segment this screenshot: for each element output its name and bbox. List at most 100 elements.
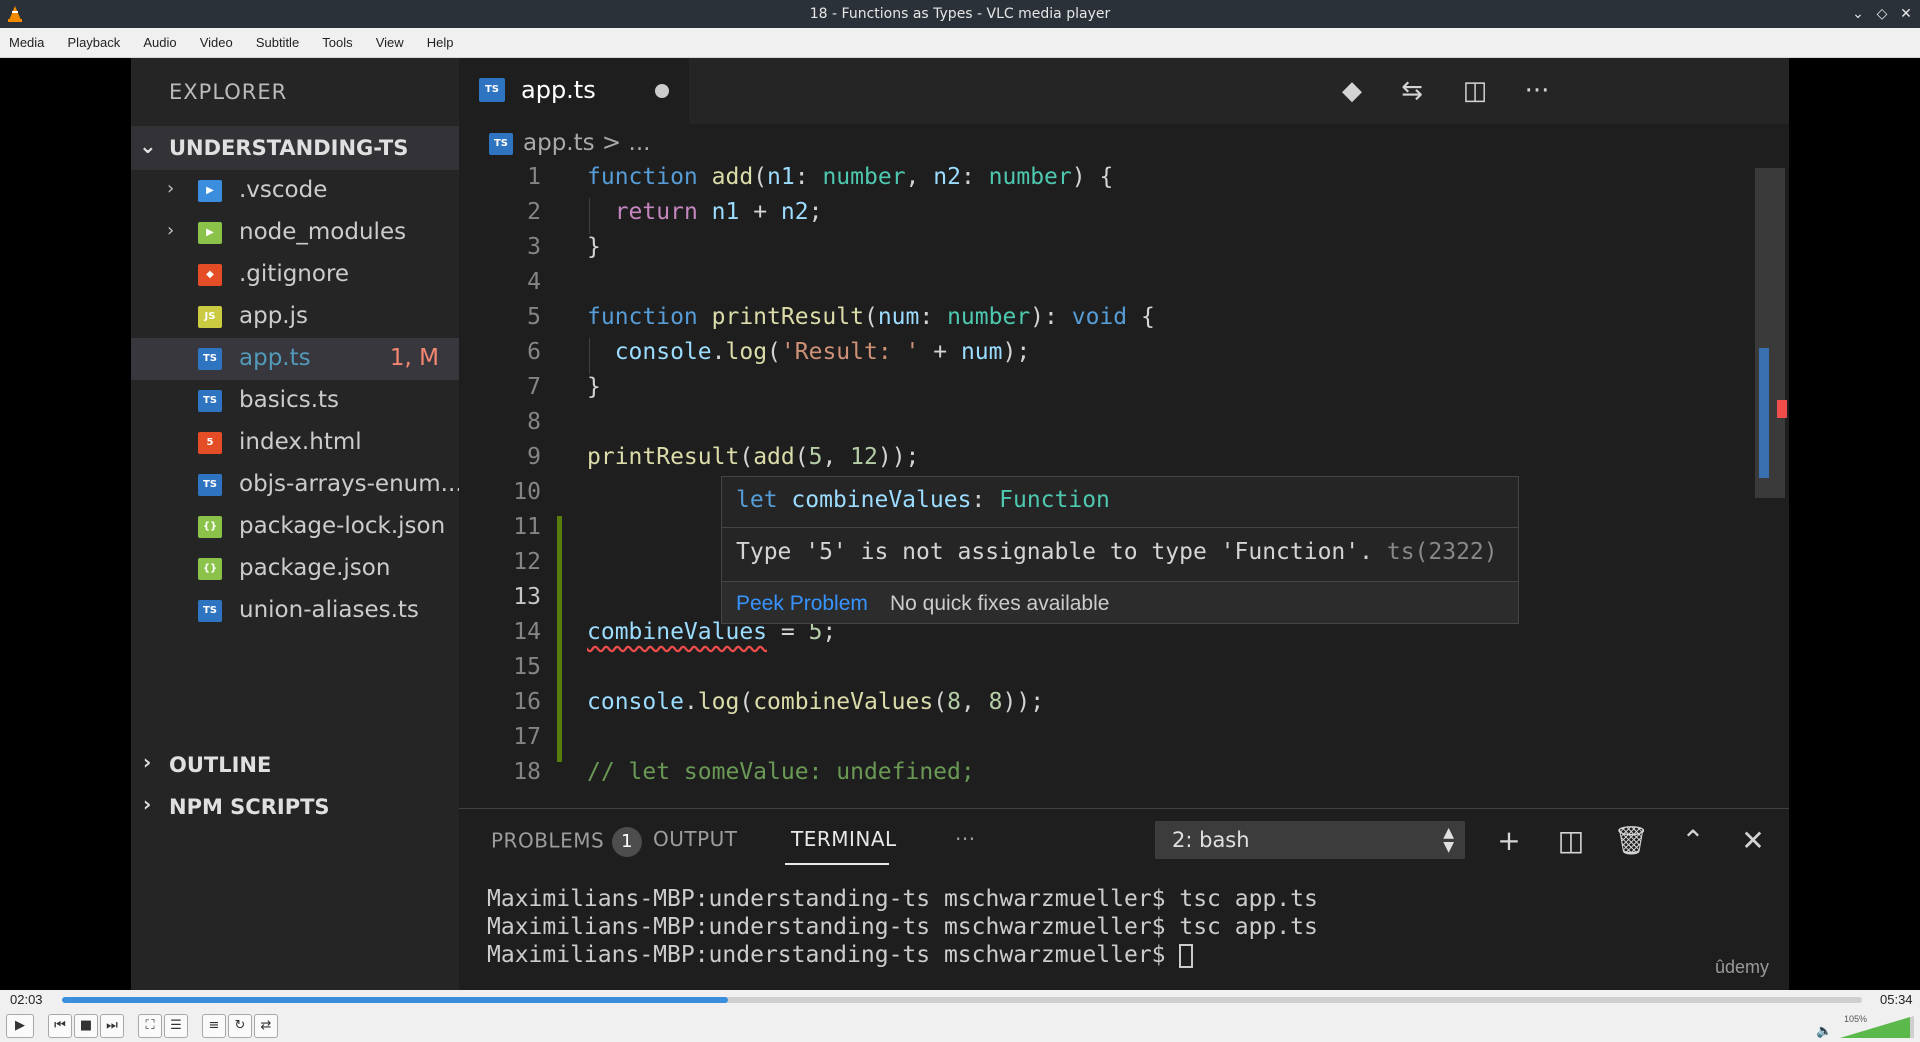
ts-icon: TS: [198, 600, 222, 622]
explorer-file: TS app.ts 1, M: [131, 338, 459, 380]
code-line: 8: [459, 409, 1759, 444]
fullscreen-button[interactable]: ⛶: [138, 1014, 162, 1038]
close-panel-icon: ✕: [1741, 824, 1765, 857]
line-number: 2: [527, 199, 541, 225]
ts-icon: TS: [489, 132, 513, 155]
code-text: function add(n1: number, n2: number) {: [587, 164, 1114, 190]
terminal-line: Maximilians-MBP:understanding-ts mschwar…: [487, 942, 1180, 968]
peek-problem-link[interactable]: Peek Problem: [736, 592, 868, 616]
vlc-title-bar: 18 - Functions as Types - VLC media play…: [0, 0, 1920, 28]
line-number: 18: [513, 759, 541, 785]
menu-video[interactable]: Video: [191, 28, 242, 58]
active-tab-underline: [785, 863, 889, 865]
split-editor-icon: ◫: [1462, 76, 1488, 106]
code-line: 9 printResult(add(5, 12));: [459, 444, 1759, 479]
code-line: 2 return n1 + n2;: [459, 199, 1759, 234]
explorer-file: 5 index.html: [131, 422, 459, 464]
hover-divider: [722, 527, 1518, 528]
explorer-file: {} package-lock.json: [131, 506, 459, 548]
total-time: 05:34: [1880, 992, 1913, 1007]
maximize-icon[interactable]: ◇: [1872, 4, 1892, 24]
speaker-icon: 🔈: [1816, 1024, 1833, 1039]
select-arrows-icon: ▲ ▼: [1443, 825, 1454, 855]
code-line: 5 function printResult(num: number): void…: [459, 304, 1759, 339]
menu-help[interactable]: Help: [418, 28, 463, 58]
scrollbar-thumb[interactable]: [1759, 348, 1769, 478]
seek-slider[interactable]: [62, 997, 1862, 1003]
line-number: 13: [513, 584, 541, 610]
elapsed-time: 02:03: [10, 992, 43, 1007]
explorer-file: JS app.js: [131, 296, 459, 338]
shuffle-button[interactable]: ⇄: [254, 1014, 278, 1038]
tab-terminal: TERMINAL: [791, 827, 897, 851]
new-terminal-icon: +: [1497, 824, 1521, 857]
error-code: ts(2322): [1386, 539, 1498, 565]
breadcrumb: TS app.ts > ...: [489, 130, 650, 164]
chevron-right-icon: ›: [167, 178, 175, 199]
code-text: console.log('Result: ' + num);: [614, 339, 1031, 365]
hover-signature: let combineValues: Function: [736, 487, 1110, 513]
file-name: app.ts: [239, 345, 311, 371]
playlist-button[interactable]: ≡: [202, 1014, 226, 1038]
line-number: 5: [527, 304, 541, 330]
code-line: 4: [459, 269, 1759, 304]
project-folder: ⌄ UNDERSTANDING-TS: [131, 126, 459, 170]
git-icon: ◆: [198, 264, 222, 286]
extended-settings-button[interactable]: ☰: [164, 1014, 188, 1038]
menu-media[interactable]: Media: [0, 28, 53, 58]
panel-more-icon: ···: [955, 827, 976, 851]
trash-icon: 🗑: [1613, 824, 1649, 857]
file-name: node_modules: [239, 219, 407, 245]
npm-scripts-section: › NPM SCRIPTS: [131, 786, 459, 826]
minimize-icon[interactable]: ⌄: [1848, 4, 1868, 24]
vscode-window: EXPLORER ⌄ UNDERSTANDING-TS › ▶ .vscode › ▶ n…: [131, 58, 1789, 990]
sig-type: Function: [999, 487, 1110, 513]
hover-message: Type '5' is not assignable to type 'Func…: [736, 539, 1498, 565]
json-icon: {}: [198, 558, 222, 580]
line-number: 6: [527, 339, 541, 365]
file-name: package-lock.json: [239, 513, 446, 539]
line-number: 11: [513, 514, 541, 540]
stop-button[interactable]: ■: [74, 1014, 98, 1038]
code-line: 16 console.log(combineValues(8, 8));: [459, 689, 1759, 724]
close-icon[interactable]: ✕: [1896, 4, 1916, 24]
breadcrumb-rest: > ...: [601, 130, 651, 156]
line-number: 3: [527, 234, 541, 260]
menu-tools[interactable]: Tools: [313, 28, 361, 58]
terminal-cursor: [1179, 943, 1194, 968]
code-line: 15: [459, 654, 1759, 689]
no-quick-fixes-label: No quick fixes available: [890, 592, 1110, 615]
file-name: objs-arrays-enum...: [239, 471, 463, 497]
menu-bar: Media Playback Audio Video Subtitle Tool…: [0, 28, 1920, 58]
line-number: 7: [527, 374, 541, 400]
next-button[interactable]: ⏭: [100, 1014, 124, 1038]
compare-changes-icon: ⇆: [1401, 76, 1423, 106]
code-text: console.log(combineValues(8, 8));: [587, 689, 1045, 715]
chevron-up-icon: ⌃: [1681, 824, 1705, 857]
node-folder-icon: ▶: [198, 222, 222, 244]
chevron-right-icon: ›: [143, 792, 152, 816]
hover-tooltip: let combineValues: Function Type '5' is …: [721, 476, 1519, 624]
code-line: 18 // let someValue: undefined;: [459, 759, 1759, 794]
ts-icon: TS: [198, 474, 222, 496]
menu-view[interactable]: View: [367, 28, 413, 58]
line-number: 12: [513, 549, 541, 575]
play-button[interactable]: ▶: [6, 1014, 34, 1038]
file-name: .vscode: [239, 177, 328, 203]
menu-playback[interactable]: Playback: [59, 28, 130, 58]
file-name: union-aliases.ts: [239, 597, 419, 623]
json-icon: {}: [198, 516, 222, 538]
code-line: 14 combineValues = 5;: [459, 619, 1759, 654]
code-text: }: [587, 234, 601, 260]
menu-audio[interactable]: Audio: [134, 28, 185, 58]
explorer-file: {} package.json: [131, 548, 459, 590]
unsaved-dot-icon: [655, 84, 669, 98]
terminal-select: 2: bash ▲ ▼: [1155, 821, 1465, 859]
previous-button[interactable]: ⏮: [48, 1014, 72, 1038]
terminal-line: Maximilians-MBP:understanding-ts mschwar…: [487, 914, 1318, 940]
menu-subtitle[interactable]: Subtitle: [247, 28, 308, 58]
loop-button[interactable]: ↻: [228, 1014, 252, 1038]
video-area[interactable]: EXPLORER ⌄ UNDERSTANDING-TS › ▶ .vscode › ▶ n…: [0, 58, 1920, 990]
terminal-prompt-line: Maximilians-MBP:understanding-ts mschwar…: [487, 941, 1318, 969]
explorer-title: EXPLORER: [169, 80, 288, 104]
